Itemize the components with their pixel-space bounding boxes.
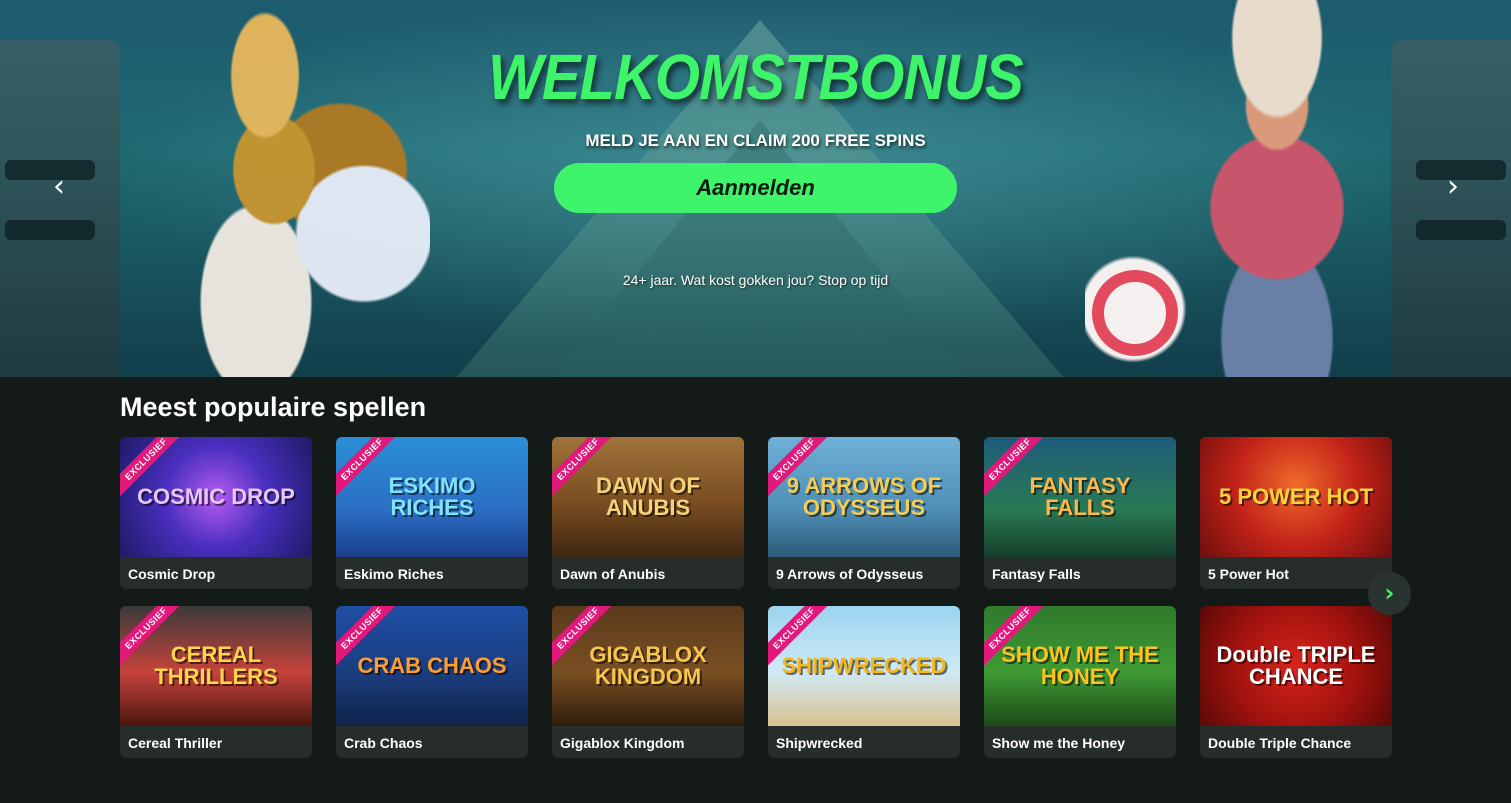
hero-subtitle: MELD JE AAN EN CLAIM 200 FREE SPINS xyxy=(585,131,926,150)
game-card[interactable]: GIGABLOX KINGDOM EXCLUSIEF Gigablox Kingdo… xyxy=(552,606,744,758)
game-title: Dawn of Anubis xyxy=(560,566,666,582)
game-logo-text: COSMIC DROP xyxy=(137,484,295,509)
game-logo-text: Double TRIPLE CHANCE xyxy=(1216,642,1376,689)
game-thumbnail: CRAB CHAOS EXCLUSIEF xyxy=(336,606,528,726)
chevron-left-icon: ‹ xyxy=(53,169,65,204)
game-thumbnail: 5 POWER HOT xyxy=(1200,437,1392,557)
game-card[interactable]: DAWN OF ANUBIS EXCLUSIEF Dawn of Anubis xyxy=(552,437,744,589)
signup-button[interactable]: Aanmelden xyxy=(554,163,957,213)
hero-banner: ‹ › WELKOMSTBONUS MELD JE AAN EN CLAIM 2… xyxy=(0,0,1511,377)
game-logo-text: 9 ARROWS OF ODYSSEUS xyxy=(786,473,942,520)
game-thumbnail: CEREAL THRILLERS EXCLUSIEF xyxy=(120,606,312,726)
game-thumbnail: ESKIMO RICHES EXCLUSIEF xyxy=(336,437,528,557)
game-card[interactable]: ESKIMO RICHES EXCLUSIEF Eskimo Riches xyxy=(336,437,528,589)
game-title: Double Triple Chance xyxy=(1208,735,1352,751)
game-title: Crab Chaos xyxy=(344,735,423,751)
game-card[interactable]: CRAB CHAOS EXCLUSIEF Crab Chaos xyxy=(336,606,528,758)
game-logo-text: CRAB CHAOS xyxy=(357,653,507,678)
game-thumbnail: Double TRIPLE CHANCE xyxy=(1200,606,1392,726)
game-thumbnail: SHOW ME THE HONEY EXCLUSIEF xyxy=(984,606,1176,726)
hero-title: WELKOMSTBONUS xyxy=(488,41,1024,114)
game-card[interactable]: 5 POWER HOT 5 Power Hot xyxy=(1200,437,1392,589)
game-logo-text: SHIPWRECKED xyxy=(781,653,947,678)
game-logo-text: CEREAL THRILLERS xyxy=(154,642,278,689)
game-card[interactable]: CEREAL THRILLERS EXCLUSIEF Cereal Thriller xyxy=(120,606,312,758)
game-logo-text: 5 POWER HOT xyxy=(1218,484,1373,509)
chevron-right-icon: › xyxy=(1447,169,1459,204)
game-thumbnail: FANTASY FALLS EXCLUSIEF xyxy=(984,437,1176,557)
game-logo-text: SHOW ME THE HONEY xyxy=(1001,642,1159,689)
game-card[interactable]: 9 ARROWS OF ODYSSEUS EXCLUSIEF 9 Arrows of… xyxy=(768,437,960,589)
game-title: Gigablox Kingdom xyxy=(560,735,685,751)
section-title: Meest populaire spellen xyxy=(120,392,427,422)
game-title: Fantasy Falls xyxy=(992,566,1081,582)
game-title: Show me the Honey xyxy=(992,735,1126,751)
game-logo-text: FANTASY FALLS xyxy=(1029,473,1131,520)
game-thumbnail: SHIPWRECKED EXCLUSIEF xyxy=(768,606,960,726)
game-card[interactable]: COSMIC DROP EXCLUSIEF Cosmic Drop xyxy=(120,437,312,589)
game-thumbnail: COSMIC DROP EXCLUSIEF xyxy=(120,437,312,557)
game-card[interactable]: Double TRIPLE CHANCE Double Triple Chance xyxy=(1200,606,1392,758)
game-thumbnail: DAWN OF ANUBIS EXCLUSIEF xyxy=(552,437,744,557)
hero-prev-button[interactable]: ‹ xyxy=(44,172,74,202)
game-thumbnail: 9 ARROWS OF ODYSSEUS EXCLUSIEF xyxy=(768,437,960,557)
game-title: Eskimo Riches xyxy=(344,566,444,582)
games-next-button[interactable]: › xyxy=(1368,572,1411,615)
game-card[interactable]: SHOW ME THE HONEY EXCLUSIEF Show me the Ho… xyxy=(984,606,1176,758)
game-logo-text: DAWN OF ANUBIS xyxy=(596,473,700,520)
game-title: 9 Arrows of Odysseus xyxy=(776,566,924,582)
hero-next-button[interactable]: › xyxy=(1438,172,1468,202)
game-logo-text: ESKIMO RICHES xyxy=(388,473,476,520)
chevron-right-icon: › xyxy=(1384,579,1395,607)
game-title: Shipwrecked xyxy=(776,735,863,751)
game-thumbnail: GIGABLOX KINGDOM EXCLUSIEF xyxy=(552,606,744,726)
game-card[interactable]: FANTASY FALLS EXCLUSIEF Fantasy Falls xyxy=(984,437,1176,589)
age-disclaimer: 24+ jaar. Wat kost gokken jou? Stop op t… xyxy=(622,272,889,288)
game-title: 5 Power Hot xyxy=(1208,566,1289,582)
game-title: Cereal Thriller xyxy=(128,735,223,751)
game-logo-text: GIGABLOX KINGDOM xyxy=(589,642,707,689)
game-card[interactable]: SHIPWRECKED EXCLUSIEF Shipwrecked xyxy=(768,606,960,758)
game-title: Cosmic Drop xyxy=(128,566,216,582)
